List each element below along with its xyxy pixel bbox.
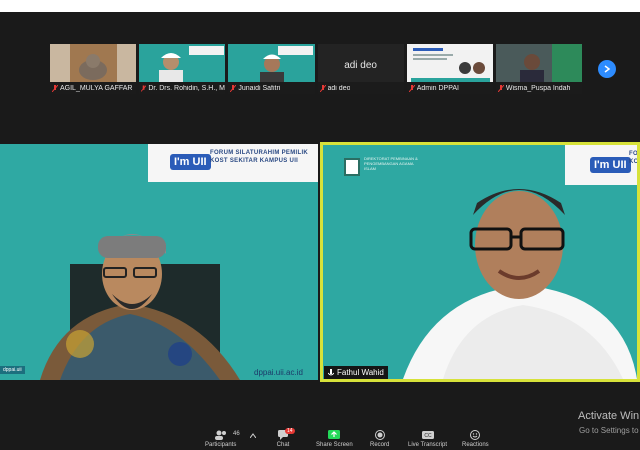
mic-muted-icon xyxy=(408,84,415,92)
web-address-chip: dppai.uii xyxy=(0,366,25,374)
video-tile-left[interactable]: I'm UII FORUM SILATURAHIM PEMILIK KOST S… xyxy=(0,144,318,380)
video-tile-active-speaker[interactable]: I'm UII FO KO xyxy=(320,142,640,382)
participant-name: adi deo xyxy=(327,84,351,92)
banner-title-line1: FORUM SILATURAHIM PEMILIK xyxy=(210,150,309,156)
participant-tile[interactable]: Dr. Drs. Rohidin, S.H., M.Ag. xyxy=(139,44,226,94)
mic-muted-icon xyxy=(141,84,147,92)
institution-name: DIREKTORAT PEMBINAAN & PENGEMBANGAN AGAM… xyxy=(364,156,418,171)
chat-unread-badge: 14 xyxy=(285,428,295,434)
speaker-nameplate: Fathul Wahid xyxy=(324,366,388,379)
share-screen-label: Share Screen xyxy=(316,442,353,448)
banner-title-line1: FO xyxy=(629,151,638,157)
next-page-button[interactable] xyxy=(598,60,616,78)
shared-poster-thumbnail xyxy=(410,48,490,84)
mic-icon xyxy=(328,368,334,375)
participant-tile[interactable]: Wisma_Puspa Indah xyxy=(495,44,583,94)
share-screen-icon xyxy=(328,430,341,439)
closed-caption-icon: CC xyxy=(421,431,434,439)
record-icon xyxy=(374,430,385,440)
participant-tile[interactable]: adi deo adi deo xyxy=(317,44,404,94)
participant-display-name: adi deo xyxy=(344,60,377,71)
reactions-button[interactable]: Reactions xyxy=(462,430,489,448)
window-top-bar xyxy=(0,0,640,12)
record-button[interactable]: Record xyxy=(370,430,389,448)
chevron-right-icon xyxy=(604,65,611,73)
svg-text:CC: CC xyxy=(424,433,432,439)
participant-name: Admin DPPAI xyxy=(416,84,459,92)
participants-label: Participants xyxy=(205,442,237,448)
reactions-label: Reactions xyxy=(462,442,489,448)
participant-name: Wisma_Puspa Indah xyxy=(505,84,571,92)
participant-strip: AGIL_MULYA GAFFAR Dr. Drs. Rohidin, S.H.… xyxy=(50,44,583,94)
chat-label: Chat xyxy=(276,442,290,448)
banner-title-line2: KOST SEKITAR KAMPUS UII xyxy=(210,158,299,164)
participant-tile[interactable]: Junaidi Safitri xyxy=(228,44,315,94)
zoom-meeting-window: AGIL_MULYA GAFFAR Dr. Drs. Rohidin, S.H.… xyxy=(0,0,640,450)
participant-name: Dr. Drs. Rohidin, S.H., M.Ag. xyxy=(148,84,225,92)
live-transcript-button[interactable]: CC Live Transcript xyxy=(408,430,447,448)
meeting-toolbar: Participants 46 Chat 14 Share Screen Rec… xyxy=(0,420,640,450)
mic-muted-icon xyxy=(319,84,326,92)
brand-badge: I'm UII xyxy=(170,154,211,170)
video-thumbnail xyxy=(260,46,314,84)
activation-watermark-subtitle: Go to Settings to xyxy=(579,426,639,435)
activation-watermark-title: Activate Win xyxy=(578,410,640,422)
participant-tile[interactable]: AGIL_MULYA GAFFAR xyxy=(50,44,137,94)
speaker-name: Fathul Wahid xyxy=(337,368,384,377)
video-thumbnail xyxy=(495,44,583,84)
cat-photo-thumbnail xyxy=(70,44,117,84)
chevron-up-icon[interactable] xyxy=(250,433,256,438)
participants-count: 46 xyxy=(233,431,240,437)
institution-logo xyxy=(344,158,360,176)
mic-muted-icon xyxy=(230,84,237,92)
brand-badge: I'm UII xyxy=(590,157,631,173)
participants-icon xyxy=(214,430,226,440)
mic-muted-icon xyxy=(52,84,58,92)
video-thumbnail xyxy=(159,46,225,84)
banner-title-line2: KO xyxy=(629,159,639,165)
live-transcript-label: Live Transcript xyxy=(408,442,448,448)
participant-name: Junaidi Safitri xyxy=(238,84,281,92)
reactions-icon xyxy=(470,430,481,440)
website-url: dppai.uii.ac.id xyxy=(254,368,303,377)
participant-name: AGIL_MULYA GAFFAR xyxy=(60,84,133,92)
share-screen-button[interactable]: Share Screen xyxy=(316,430,353,448)
participant-tile[interactable]: Admin DPPAI xyxy=(406,44,493,94)
record-label: Record xyxy=(370,442,390,448)
mic-muted-icon xyxy=(497,84,504,92)
participants-button[interactable]: Participants xyxy=(205,430,236,448)
